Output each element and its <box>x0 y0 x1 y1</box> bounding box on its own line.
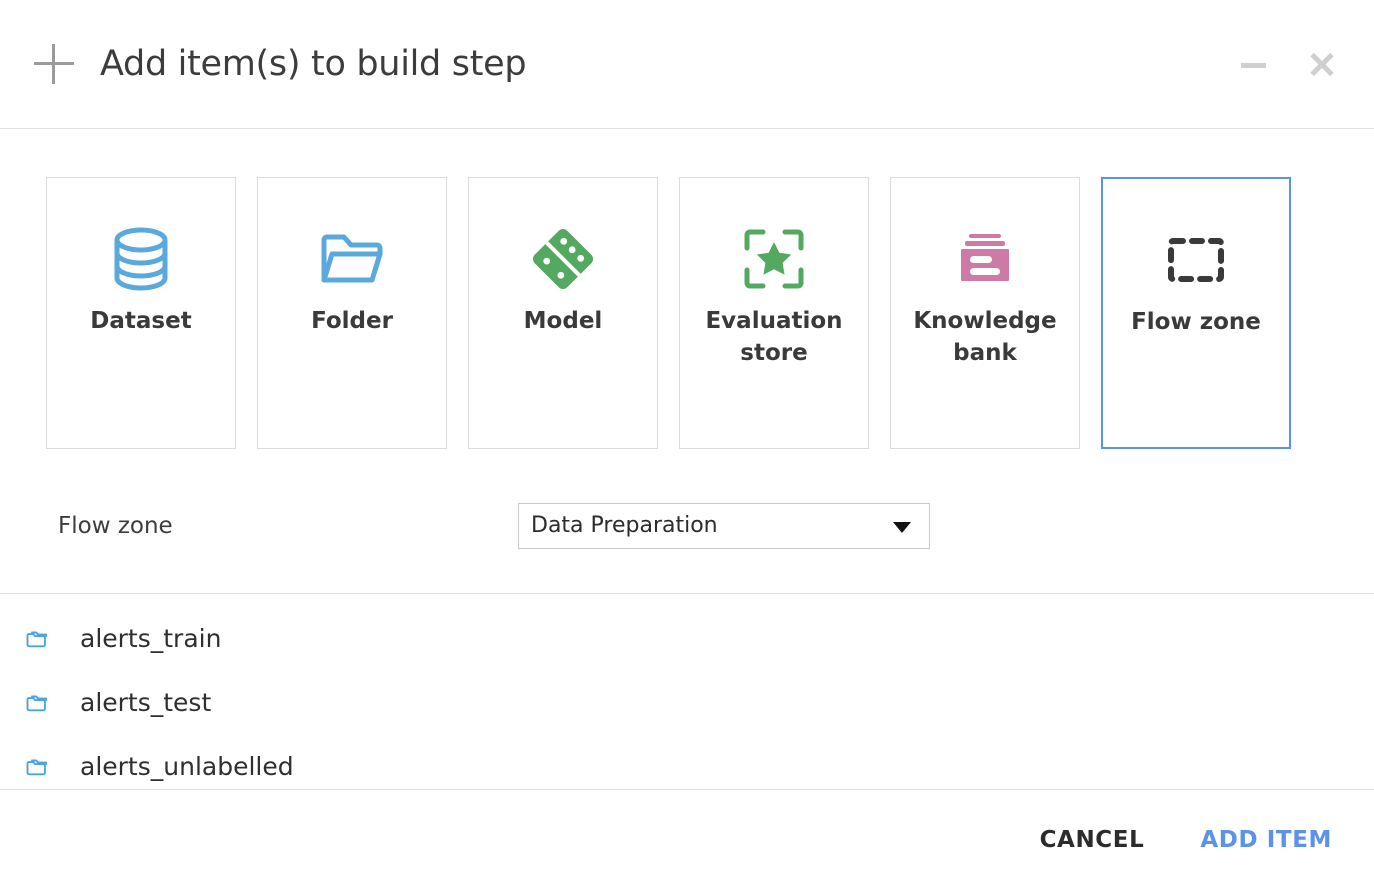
list-item-label: alerts_test <box>80 687 212 717</box>
list-item[interactable]: alerts_unlabelled <box>0 734 1374 789</box>
flow-zone-label: Flow zone <box>58 512 173 539</box>
tile-flow-zone[interactable]: Flow zone <box>1101 177 1291 450</box>
folder-icon <box>24 689 54 715</box>
list-item-label: alerts_unlabelled <box>80 751 294 781</box>
tile-label: Flow zone <box>1131 309 1261 336</box>
item-list: alerts_train alerts_test alerts_unlabell… <box>0 594 1374 789</box>
tile-folder[interactable]: Folder <box>257 177 447 450</box>
tile-model[interactable]: Model <box>468 177 658 450</box>
dialog-footer: CANCEL ADD ITEM <box>0 790 1374 890</box>
folder-icon <box>24 625 54 651</box>
list-item[interactable]: alerts_train <box>0 606 1374 670</box>
page-title: Add item(s) to build step <box>100 44 527 85</box>
folder-icon <box>24 753 54 779</box>
tile-label: Evaluation store <box>705 308 843 366</box>
dialog-header-left: Add item(s) to build step <box>34 44 1234 85</box>
flow-zone-selected-value: Data Preparation <box>531 513 718 539</box>
close-icon[interactable] <box>1302 44 1342 84</box>
cancel-button[interactable]: CANCEL <box>1038 821 1147 859</box>
window-controls <box>1234 44 1342 84</box>
flow-zone-row: Flow zone Data Preparation <box>0 449 1374 556</box>
folder-icon <box>319 222 385 296</box>
knowledge-bank-icon <box>954 222 1016 296</box>
add-items-dialog: Add item(s) to build step Dataset Folder… <box>0 0 1374 890</box>
flow-zone-select[interactable]: Data Preparation <box>518 502 930 549</box>
add-item-button[interactable]: ADD ITEM <box>1198 821 1334 859</box>
domino-icon <box>529 222 597 296</box>
chevron-down-icon <box>893 521 911 533</box>
tile-label: Folder <box>311 308 393 335</box>
tile-label: Model <box>523 308 603 335</box>
star-bracket-icon <box>743 222 805 296</box>
tile-knowledge-bank[interactable]: Knowledge bank <box>890 177 1080 450</box>
plus-icon <box>34 44 74 85</box>
database-icon <box>110 222 172 296</box>
item-type-tiles: Dataset Folder Model Evaluation store Kn… <box>0 129 1374 450</box>
tile-label: Dataset <box>90 308 192 335</box>
minimize-icon[interactable] <box>1234 44 1274 84</box>
list-item[interactable]: alerts_test <box>0 670 1374 734</box>
tile-label: Knowledge bank <box>913 308 1057 366</box>
tile-dataset[interactable]: Dataset <box>46 177 236 450</box>
dashed-zone-icon <box>1167 223 1225 297</box>
list-item-label: alerts_train <box>80 623 222 653</box>
tile-evaluation-store[interactable]: Evaluation store <box>679 177 869 450</box>
dialog-header: Add item(s) to build step <box>0 0 1374 130</box>
